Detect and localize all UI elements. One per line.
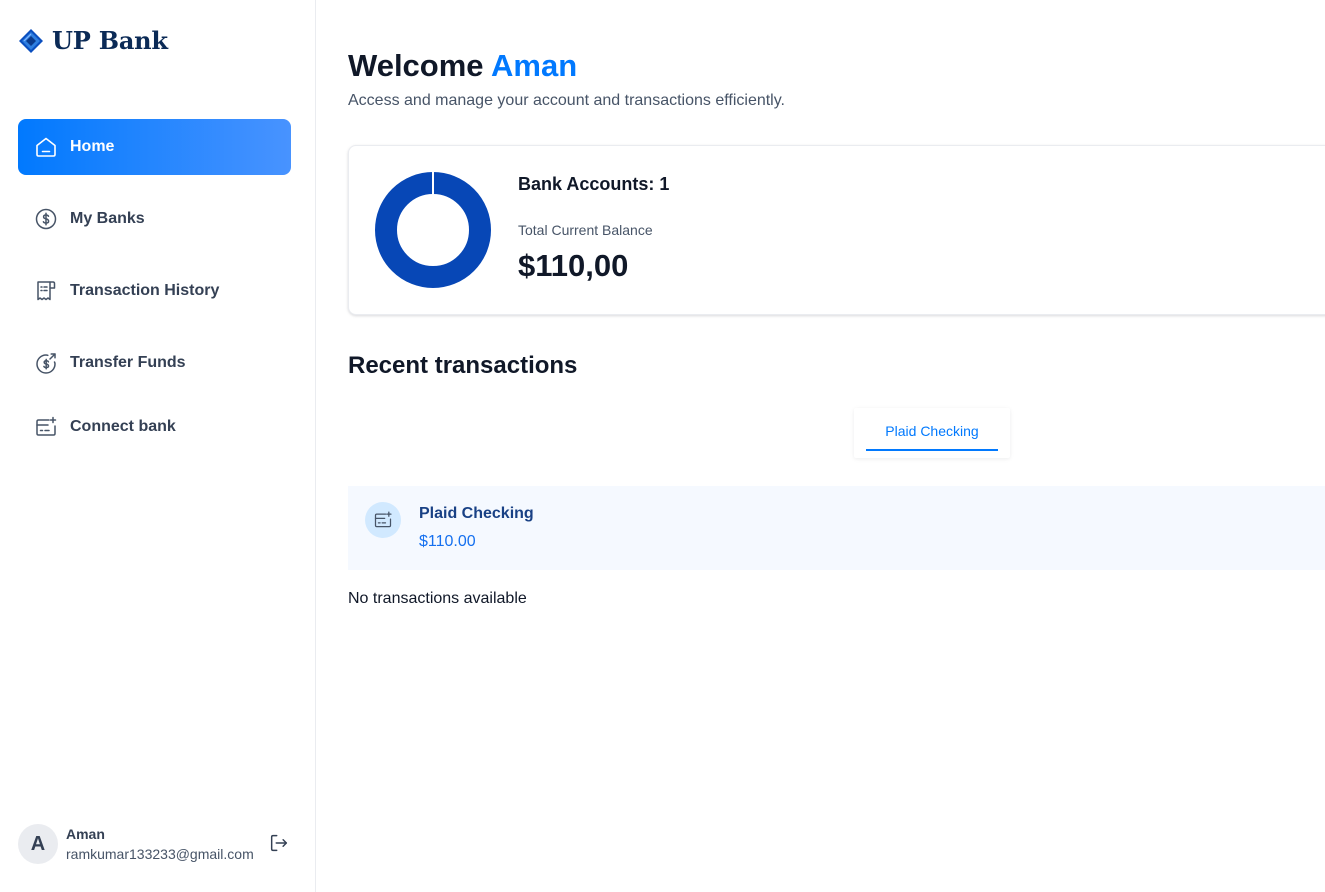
sidebar: UP Bank Home My Banks Transaction Histor… xyxy=(0,0,316,892)
user-email: ramkumar133233@gmail.com xyxy=(66,846,254,862)
sidebar-item-label: Home xyxy=(70,138,115,155)
sidebar-item-label: Transfer Funds xyxy=(70,354,186,371)
tab-active-indicator xyxy=(866,449,998,451)
sidebar-item-home[interactable]: Home xyxy=(18,119,291,175)
logout-icon xyxy=(270,834,288,852)
tab-label: Plaid Checking xyxy=(885,423,979,439)
tab-plaid-checking[interactable]: Plaid Checking xyxy=(854,408,1010,458)
page-title: Welcome Aman xyxy=(348,46,577,86)
balance-donut-chart xyxy=(375,172,491,288)
total-balance-label: Total Current Balance xyxy=(518,222,653,238)
connect-bank-icon xyxy=(34,415,58,439)
page-subtitle: Access and manage your account and trans… xyxy=(348,92,785,109)
money-send-icon xyxy=(34,351,58,375)
receipt-icon xyxy=(34,279,58,303)
sidebar-item-my-banks[interactable]: My Banks xyxy=(18,191,291,247)
logout-button[interactable] xyxy=(268,832,290,854)
account-name: Plaid Checking xyxy=(419,505,534,522)
app: UP Bank Home My Banks Transaction Histor… xyxy=(0,0,1325,892)
total-balance-card: Bank Accounts: 1 Total Current Balance $… xyxy=(348,145,1325,315)
total-balance-value: $110,00 xyxy=(518,248,629,283)
sidebar-item-label: My Banks xyxy=(70,210,145,227)
brand-link[interactable]: UP Bank xyxy=(18,26,168,55)
main-content: Welcome Aman Access and manage your acco… xyxy=(316,0,1325,892)
sidebar-item-connect-bank[interactable]: Connect bank xyxy=(18,399,291,455)
user-footer: A Aman ramkumar133233@gmail.com xyxy=(18,822,298,866)
user-name: Aman xyxy=(66,826,105,842)
avatar: A xyxy=(18,824,58,864)
sidebar-item-label: Transaction History xyxy=(70,282,220,299)
bank-logo-icon xyxy=(19,28,43,53)
user-name-highlight: Aman xyxy=(491,48,578,83)
brand-name: UP Bank xyxy=(52,26,168,55)
user-info: Aman ramkumar133233@gmail.com xyxy=(66,826,254,862)
no-transactions-message: No transactions available xyxy=(348,590,527,607)
home-icon xyxy=(34,135,58,159)
sidebar-item-label: Connect bank xyxy=(70,418,176,435)
bank-account-row[interactable]: Plaid Checking $110.00 xyxy=(348,486,1325,570)
bank-accounts-count: Bank Accounts: 1 xyxy=(518,174,670,194)
recent-transactions-title: Recent transactions xyxy=(348,352,578,379)
sidebar-item-transfer-funds[interactable]: Transfer Funds xyxy=(18,335,291,391)
sidebar-item-transaction-history[interactable]: Transaction History xyxy=(18,263,291,319)
bank-card-icon xyxy=(365,502,401,538)
donut-segment xyxy=(375,172,491,288)
greeting-text: Welcome xyxy=(348,48,484,83)
account-amount: $110.00 xyxy=(419,533,476,550)
dollar-circle-icon xyxy=(34,207,58,231)
